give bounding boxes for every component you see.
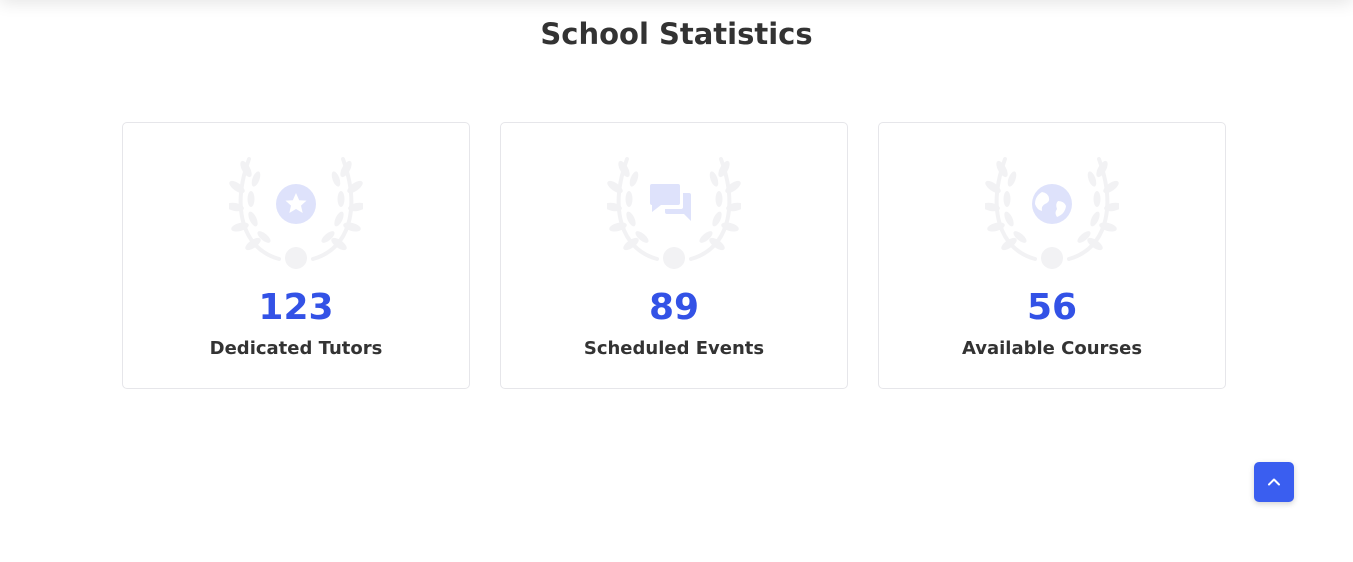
stats-row: 123 Dedicated Tutors 89 Scheduled Events…	[122, 122, 1226, 389]
stat-label: Dedicated Tutors	[209, 338, 383, 359]
back-to-top-button[interactable]	[1254, 462, 1294, 502]
stat-label: Available Courses	[961, 338, 1143, 359]
chat-icon	[650, 184, 691, 221]
star-icon	[276, 184, 316, 224]
laurel-wreath-icon	[985, 157, 1119, 269]
laurel-wreath-icon	[229, 157, 363, 269]
globe-icon	[1032, 184, 1072, 224]
stat-value: 123	[258, 287, 334, 328]
stat-card-events: 89 Scheduled Events	[500, 122, 848, 389]
stat-value: 56	[1026, 287, 1078, 328]
stat-card-tutors: 123 Dedicated Tutors	[122, 122, 470, 389]
stat-card-courses: 56 Available Courses	[878, 122, 1226, 389]
section-title: School Statistics	[540, 17, 813, 51]
chevron-up-icon	[1268, 478, 1280, 486]
laurel-wreath-icon	[607, 157, 741, 269]
stat-label: Scheduled Events	[583, 338, 765, 359]
stat-value: 89	[648, 287, 700, 328]
